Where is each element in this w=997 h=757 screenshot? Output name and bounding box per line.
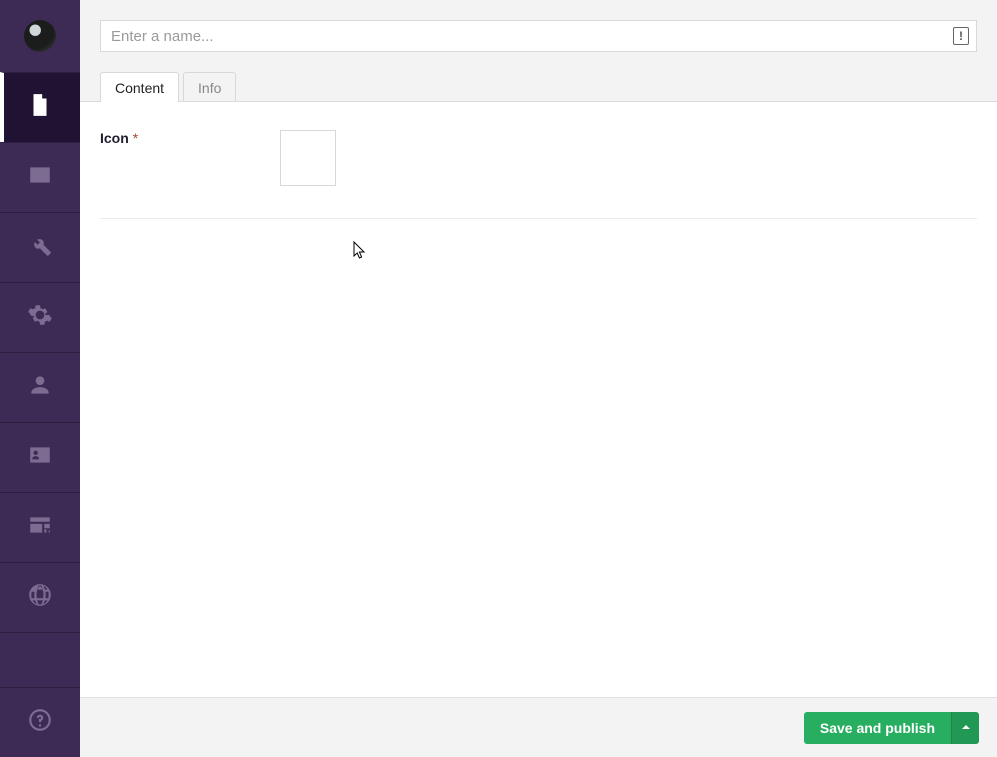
- sidebar-item-help[interactable]: [0, 687, 80, 757]
- sidebar-spacer: [0, 632, 80, 687]
- save-publish-split-button: Save and publish: [804, 712, 979, 744]
- content-icon: [27, 92, 53, 123]
- tabs: Content Info: [100, 68, 977, 101]
- settings-wrench-icon: [27, 232, 53, 263]
- tab-content[interactable]: Content: [100, 72, 179, 102]
- status-warning-icon[interactable]: !: [953, 27, 969, 45]
- users-icon: [27, 372, 53, 403]
- sidebar-item-wrench[interactable]: [0, 212, 80, 282]
- sidebar: [0, 0, 80, 757]
- content-panel: Icon *: [80, 101, 997, 697]
- required-marker: *: [133, 130, 138, 146]
- sidebar-item-content[interactable]: [0, 72, 80, 142]
- sidebar-item-users[interactable]: [0, 352, 80, 422]
- sidebar-item-media[interactable]: [0, 142, 80, 212]
- field-icon-row: Icon *: [100, 130, 977, 219]
- sidebar-item-globe[interactable]: [0, 562, 80, 632]
- gear-icon: [27, 302, 53, 333]
- name-input[interactable]: [100, 20, 977, 52]
- forms-icon: [27, 512, 53, 543]
- avatar-image: [24, 20, 56, 52]
- sidebar-item-gear[interactable]: [0, 282, 80, 352]
- globe-icon: [27, 582, 53, 613]
- save-publish-caret[interactable]: [951, 712, 979, 744]
- tab-info[interactable]: Info: [183, 72, 236, 102]
- sidebar-item-forms[interactable]: [0, 492, 80, 562]
- icon-picker[interactable]: [280, 130, 336, 186]
- cursor-pointer-icon: [353, 241, 367, 264]
- caret-up-icon: [961, 720, 971, 735]
- media-icon: [27, 162, 53, 193]
- header: ! Content Info: [80, 0, 997, 101]
- save-publish-button[interactable]: Save and publish: [804, 712, 951, 744]
- members-card-icon: [27, 442, 53, 473]
- field-icon-label-text: Icon: [100, 130, 129, 146]
- sidebar-item-members[interactable]: [0, 422, 80, 492]
- name-input-wrap: !: [100, 20, 977, 52]
- field-icon-label: Icon *: [100, 130, 280, 146]
- main: ! Content Info Icon * Save and publish: [80, 0, 997, 757]
- help-icon: [27, 707, 53, 738]
- footer: Save and publish: [80, 697, 997, 757]
- avatar[interactable]: [0, 0, 80, 72]
